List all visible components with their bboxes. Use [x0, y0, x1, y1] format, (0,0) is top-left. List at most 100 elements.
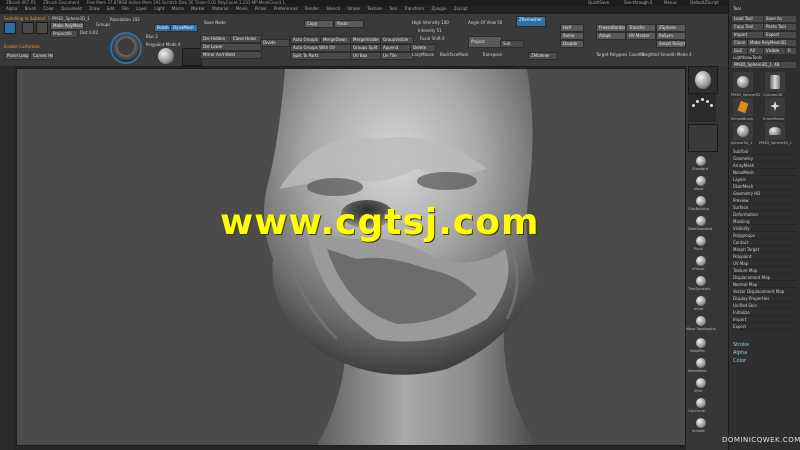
split-to-parts-button[interactable]: Split To Parts	[290, 52, 354, 60]
section-masking[interactable]: Masking	[731, 218, 797, 225]
section-import[interactable]: Import	[731, 316, 797, 323]
groups-label[interactable]: Groups	[96, 22, 110, 27]
sub-button[interactable]: Sub	[500, 40, 524, 48]
stroke-palette-header[interactable]: Stroke	[733, 342, 749, 348]
section-initialize[interactable]: Initialize	[731, 309, 797, 316]
dynamesh-dial-icon[interactable]	[110, 32, 142, 64]
make-polymesh3d-button[interactable]: Make PolyMesh3D	[747, 39, 797, 47]
menu-render[interactable]: Render	[305, 6, 319, 11]
tool-thumb-eraserbrush[interactable]	[765, 98, 785, 116]
clipcurve-brush-icon[interactable]	[696, 398, 706, 408]
menu-draw[interactable]: Draw	[89, 6, 99, 11]
pinch-brush-icon[interactable]	[696, 236, 706, 246]
panel-loops-button[interactable]: Panel Loops	[4, 52, 30, 60]
paste-button[interactable]: Paste	[334, 20, 364, 28]
focal-shift-slider[interactable]: Focal Shift 0	[420, 36, 445, 41]
section-texture-map[interactable]: Texture Map	[731, 267, 797, 274]
smart-resym-button[interactable]: Smart ReSym	[656, 40, 686, 48]
inflat-brush-icon[interactable]	[696, 296, 706, 306]
menu-movie[interactable]: Movie	[236, 6, 248, 11]
section-deformation[interactable]: Deformation	[731, 211, 797, 218]
menu-preferences[interactable]: Preferences	[274, 6, 298, 11]
menu-texture[interactable]: Texture	[367, 6, 382, 11]
material-preview-icon[interactable]	[688, 66, 718, 94]
high-intensity-slider[interactable]: High Intensity 100	[412, 20, 449, 25]
section-visibility[interactable]: Visibility	[731, 225, 797, 232]
menu-stencil[interactable]: Stencil	[326, 6, 340, 11]
blur-slider[interactable]: Blur 2	[146, 34, 158, 39]
half-button[interactable]: Half	[560, 24, 584, 32]
alpha-preview-icon[interactable]	[688, 124, 718, 152]
project-all-button[interactable]: ProjectAll	[50, 30, 78, 38]
groups-split-button[interactable]: Groups Split	[350, 44, 384, 52]
section-fibermesh[interactable]: FiberMesh	[731, 183, 797, 190]
double-button[interactable]: Double	[560, 40, 584, 48]
divide-button[interactable]: Divide	[260, 39, 290, 47]
close-holes-button[interactable]: Close Holes	[230, 35, 262, 43]
smooth-brush-icon[interactable]	[696, 418, 706, 428]
standard-brush-icon[interactable]	[696, 156, 706, 166]
claybuildup-brush-icon[interactable]	[696, 196, 706, 206]
tool-thumb-pm3d-sphere[interactable]	[765, 122, 785, 140]
del-hidden-button[interactable]: Del Hidden	[200, 35, 232, 43]
zremesher-button[interactable]: ZRemesher	[516, 16, 546, 27]
slice-brush-icon[interactable]	[696, 378, 706, 388]
auto-groups-button[interactable]: Auto Groups	[290, 36, 324, 44]
menu-stroke[interactable]: Stroke	[347, 6, 360, 11]
menu-file[interactable]: File	[122, 6, 129, 11]
same-button[interactable]: Same	[560, 32, 584, 40]
uv-master-button[interactable]: UV Master	[626, 32, 656, 40]
delete-button[interactable]: Delete	[410, 44, 436, 52]
section-contact[interactable]: Contact	[731, 239, 797, 246]
section-uv-map[interactable]: UV Map	[731, 260, 797, 267]
see-through-label[interactable]: See-through 0	[624, 0, 652, 5]
menu-document[interactable]: Document	[61, 6, 82, 11]
copy-tool-button[interactable]: Copy Tool	[731, 23, 765, 31]
hpolish-brush-icon[interactable]	[696, 256, 706, 266]
color-palette-header[interactable]: Color	[733, 358, 746, 364]
selectrect-brush-icon[interactable]	[696, 358, 706, 368]
append-button[interactable]: Append	[380, 44, 414, 52]
section-polypaint[interactable]: Polypaint	[731, 253, 797, 260]
section-geometry-hd[interactable]: Geometry HD	[731, 190, 797, 197]
menu-zscript[interactable]: Zscript	[454, 6, 468, 11]
canvas-viewport[interactable]	[16, 68, 686, 446]
group-visible-button[interactable]: GroupVisible	[380, 36, 414, 44]
load-tool-button[interactable]: Load Tool	[731, 15, 765, 23]
import-button[interactable]: Import	[731, 31, 765, 39]
material-sphere-icon[interactable]	[158, 48, 174, 64]
menu-picker[interactable]: Picker	[255, 6, 267, 11]
tool-thumb-sphere[interactable]	[733, 72, 753, 92]
section-export[interactable]: Export	[731, 323, 797, 330]
zmodeler-button[interactable]: ZModeler	[528, 52, 558, 60]
menu-macro[interactable]: Macro	[172, 6, 184, 11]
dist-slider[interactable]: Dist 0.02	[80, 30, 98, 35]
curves-helper-button[interactable]: Curves Helper	[30, 52, 54, 60]
tool-thumb-simplebrush[interactable]	[733, 98, 753, 116]
section-surface[interactable]: Surface	[731, 204, 797, 211]
menu-alpha[interactable]: Alpha	[6, 6, 17, 11]
export-button[interactable]: Export	[763, 31, 797, 39]
paste-tool-button[interactable]: Paste Tool	[763, 23, 797, 31]
menu-transform[interactable]: Transform	[404, 6, 424, 11]
menu-marker[interactable]: Marker	[191, 6, 205, 11]
uv-tile-button[interactable]: Uv Tile	[380, 52, 414, 60]
resolution-slider[interactable]: Resolution 192	[110, 17, 140, 22]
merge-down-button[interactable]: MergeDown	[320, 36, 354, 44]
section-unified-skin[interactable]: Unified Skin	[731, 302, 797, 309]
angle-of-view-slider[interactable]: Angle Of View 50	[468, 20, 502, 25]
move-brush-icon[interactable]	[696, 176, 706, 186]
section-preview[interactable]: Preview	[731, 197, 797, 204]
section-geometry[interactable]: Geometry	[731, 155, 797, 162]
section-display-properties[interactable]: Display Properties	[731, 295, 797, 302]
save-node-label[interactable]: Save Node	[204, 20, 226, 25]
intensity-slider[interactable]: Intensity 51	[418, 28, 442, 33]
menus-label[interactable]: Menus	[664, 0, 677, 5]
section-displacement-map[interactable]: Displacement Map	[731, 274, 797, 281]
alpha-palette-header[interactable]: Alpha	[733, 350, 747, 356]
section-normal-map[interactable]: Normal Map	[731, 281, 797, 288]
enable-customize-label[interactable]: Enable Customize	[4, 44, 40, 49]
menu-zplugin[interactable]: Zplugin	[431, 6, 446, 11]
adapt-button[interactable]: Adapt	[596, 32, 626, 40]
make-polymesh-button[interactable]: Make PolyMesh3D	[50, 22, 84, 30]
